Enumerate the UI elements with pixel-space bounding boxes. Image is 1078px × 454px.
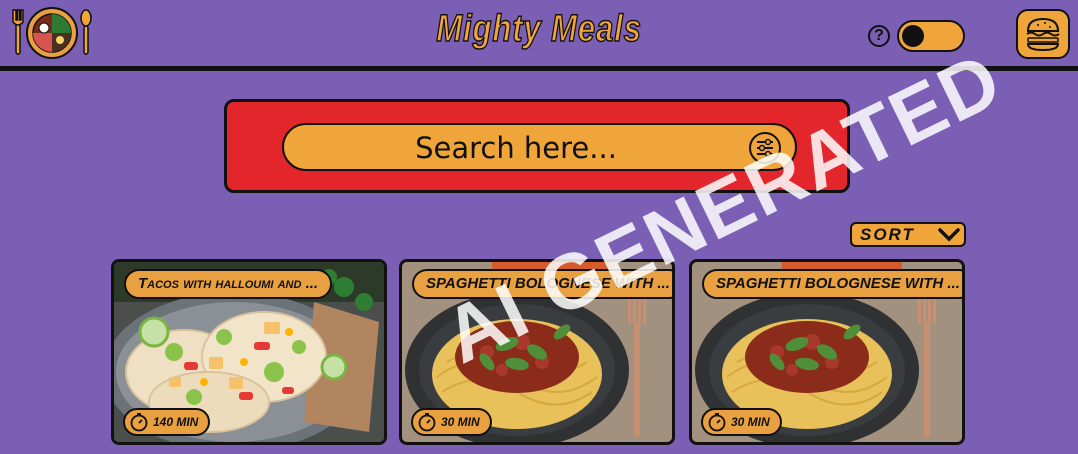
search-input[interactable] — [284, 125, 748, 171]
toggle-knob — [902, 25, 924, 47]
cook-time-label: 30 MIN — [441, 415, 480, 429]
stopwatch-icon — [418, 413, 436, 432]
app-title: Mighty Meals — [436, 7, 642, 51]
sort-dropdown[interactable]: SORT — [850, 222, 966, 247]
cook-time-badge: 30 MIN — [701, 408, 782, 436]
theme-toggle[interactable] — [897, 20, 965, 52]
recipe-title: SPAGHETTI BOLOGNESE WITH ... — [702, 269, 962, 299]
plate-utensils-logo-icon[interactable] — [10, 6, 94, 60]
recipe-title: SPAGHETTI BOLOGNESE WITH ... — [412, 269, 672, 299]
recipe-title: Tacos with halloumi and ... — [124, 269, 333, 299]
search-field[interactable] — [282, 123, 797, 171]
stopwatch-icon — [708, 413, 726, 432]
recipe-card[interactable]: Tacos with halloumi and ... 140 MIN — [111, 259, 387, 445]
search-panel — [224, 99, 850, 193]
cook-time-badge: 140 MIN — [123, 408, 211, 436]
cook-time-label: 30 MIN — [731, 415, 770, 429]
filter-icon[interactable] — [748, 131, 782, 165]
menu-button[interactable] — [1016, 9, 1070, 59]
app-header: Mighty Meals ? — [0, 0, 1078, 71]
sort-label: SORT — [860, 225, 915, 244]
chevron-down-icon — [938, 228, 960, 242]
recipe-card[interactable]: SPAGHETTI BOLOGNESE WITH ... 30 MIN — [689, 259, 965, 445]
help-icon[interactable]: ? — [868, 25, 890, 47]
cook-time-badge: 30 MIN — [411, 408, 492, 436]
recipe-card[interactable]: SPAGHETTI BOLOGNESE WITH ... 30 MIN — [399, 259, 675, 445]
stopwatch-icon — [130, 413, 148, 432]
burger-icon — [1026, 17, 1060, 52]
cook-time-label: 140 MIN — [153, 415, 199, 429]
